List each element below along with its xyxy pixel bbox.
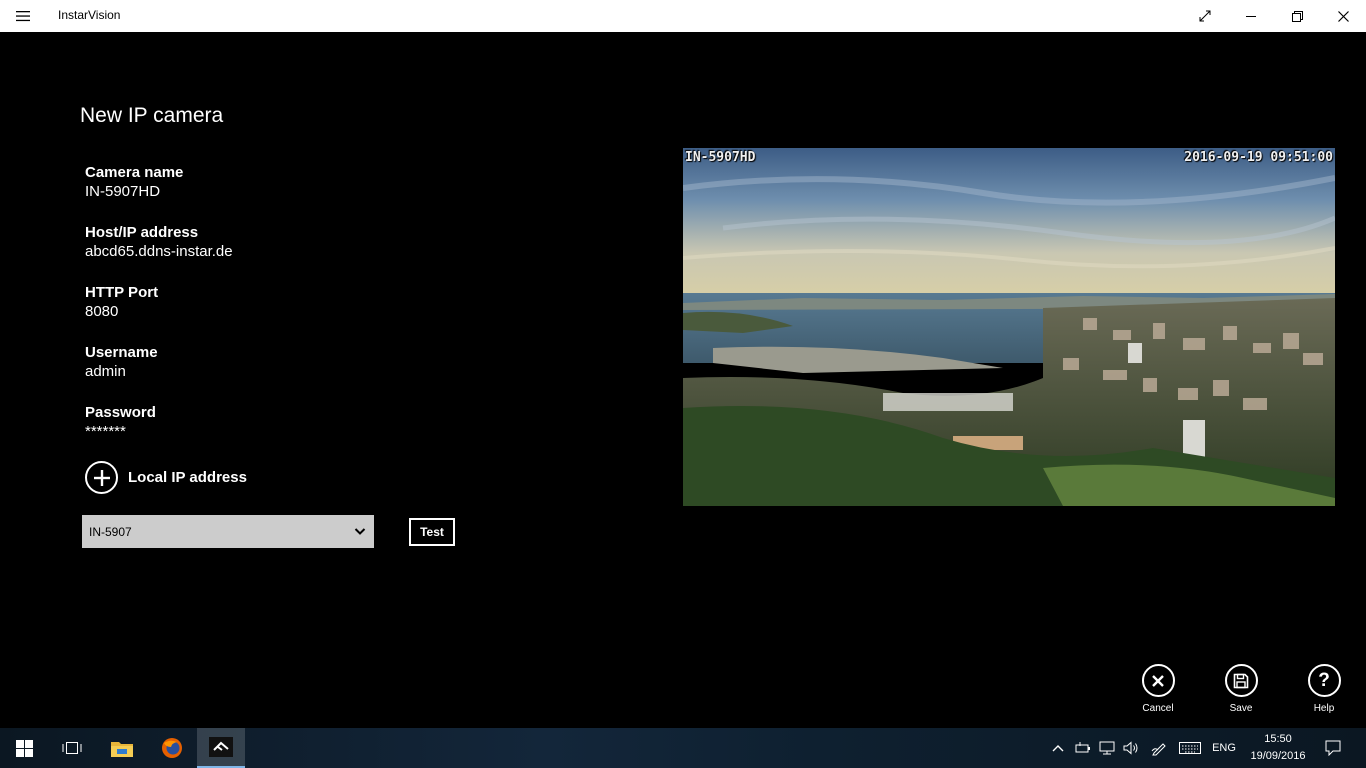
action-center-icon[interactable] (1318, 728, 1348, 768)
firefox-icon[interactable] (148, 728, 196, 768)
touch-keyboard-icon[interactable] (1176, 728, 1204, 768)
plus-icon (85, 461, 118, 494)
pen-ink-icon[interactable] (1148, 728, 1170, 768)
main-content: New IP camera Camera name IN-5907HD Host… (0, 32, 1366, 728)
camera-model-value: IN-5907 (89, 524, 132, 539)
chevron-down-icon (354, 525, 366, 540)
question-mark-icon: ? (1307, 664, 1341, 697)
help-button[interactable]: ? Help (1294, 664, 1354, 714)
camera-name-label: Camera name (85, 164, 184, 181)
username-field: Username admin (85, 344, 158, 380)
clock-time: 15:50 (1264, 733, 1292, 745)
save-icon (1224, 664, 1258, 697)
hamburger-menu-icon[interactable] (8, 0, 38, 32)
local-ip-label: Local IP address (128, 469, 247, 486)
volume-icon[interactable] (1120, 728, 1142, 768)
save-button[interactable]: Save (1211, 664, 1271, 714)
osd-camera-name: IN-5907HD (685, 150, 756, 165)
port-field: HTTP Port 8080 (85, 284, 158, 320)
title-bar: InstarVision (0, 0, 1366, 32)
username-label: Username (85, 344, 158, 361)
test-button[interactable]: Test (409, 518, 455, 546)
restore-icon[interactable] (1274, 0, 1320, 32)
fullscreen-icon[interactable] (1182, 0, 1228, 32)
file-explorer-icon[interactable] (98, 728, 146, 768)
help-label: Help (1313, 703, 1335, 714)
minimize-icon[interactable] (1228, 0, 1274, 32)
port-label: HTTP Port (85, 284, 159, 301)
cancel-button[interactable]: Cancel (1128, 664, 1188, 714)
host-field: Host/IP address abcd65.ddns-instar.de (85, 224, 233, 260)
password-label: Password (85, 404, 156, 421)
add-local-ip-button[interactable]: Local IP address (85, 461, 247, 494)
cancel-label: Cancel (1142, 703, 1174, 714)
input-language[interactable]: ENG (1208, 728, 1240, 768)
port-input[interactable]: 8080 (85, 303, 158, 320)
cancel-icon (1141, 664, 1175, 697)
instarvision-taskbar-icon[interactable] (197, 728, 245, 768)
chevron-up-icon[interactable] (1048, 728, 1068, 768)
camera-model-select[interactable]: IN-5907 (82, 515, 374, 548)
username-input[interactable]: admin (85, 363, 158, 380)
host-input[interactable]: abcd65.ddns-instar.de (85, 243, 233, 260)
camera-preview-image: IN-5907HD 2016-09-19 09:51:00 (683, 148, 1335, 506)
camera-name-input[interactable]: IN-5907HD (85, 183, 183, 200)
battery-icon[interactable] (1072, 728, 1094, 768)
camera-name-field: Camera name IN-5907HD (85, 164, 183, 200)
windows-taskbar: ENG 15:50 19/09/2016 (0, 728, 1366, 768)
taskbar-clock[interactable]: 15:50 19/09/2016 (1246, 731, 1310, 765)
windows-start-icon[interactable] (0, 728, 48, 768)
password-input[interactable]: ******* (85, 423, 156, 440)
close-icon[interactable] (1320, 0, 1366, 32)
network-icon[interactable] (1096, 728, 1118, 768)
app-title: InstarVision (58, 8, 121, 22)
save-label: Save (1229, 703, 1253, 714)
page-title: New IP camera (80, 104, 224, 127)
task-view-icon[interactable] (48, 728, 96, 768)
clock-date: 19/09/2016 (1250, 750, 1306, 762)
password-field: Password ******* (85, 404, 156, 440)
host-label: Host/IP address (85, 224, 199, 241)
osd-timestamp: 2016-09-19 09:51:00 (1184, 150, 1333, 165)
